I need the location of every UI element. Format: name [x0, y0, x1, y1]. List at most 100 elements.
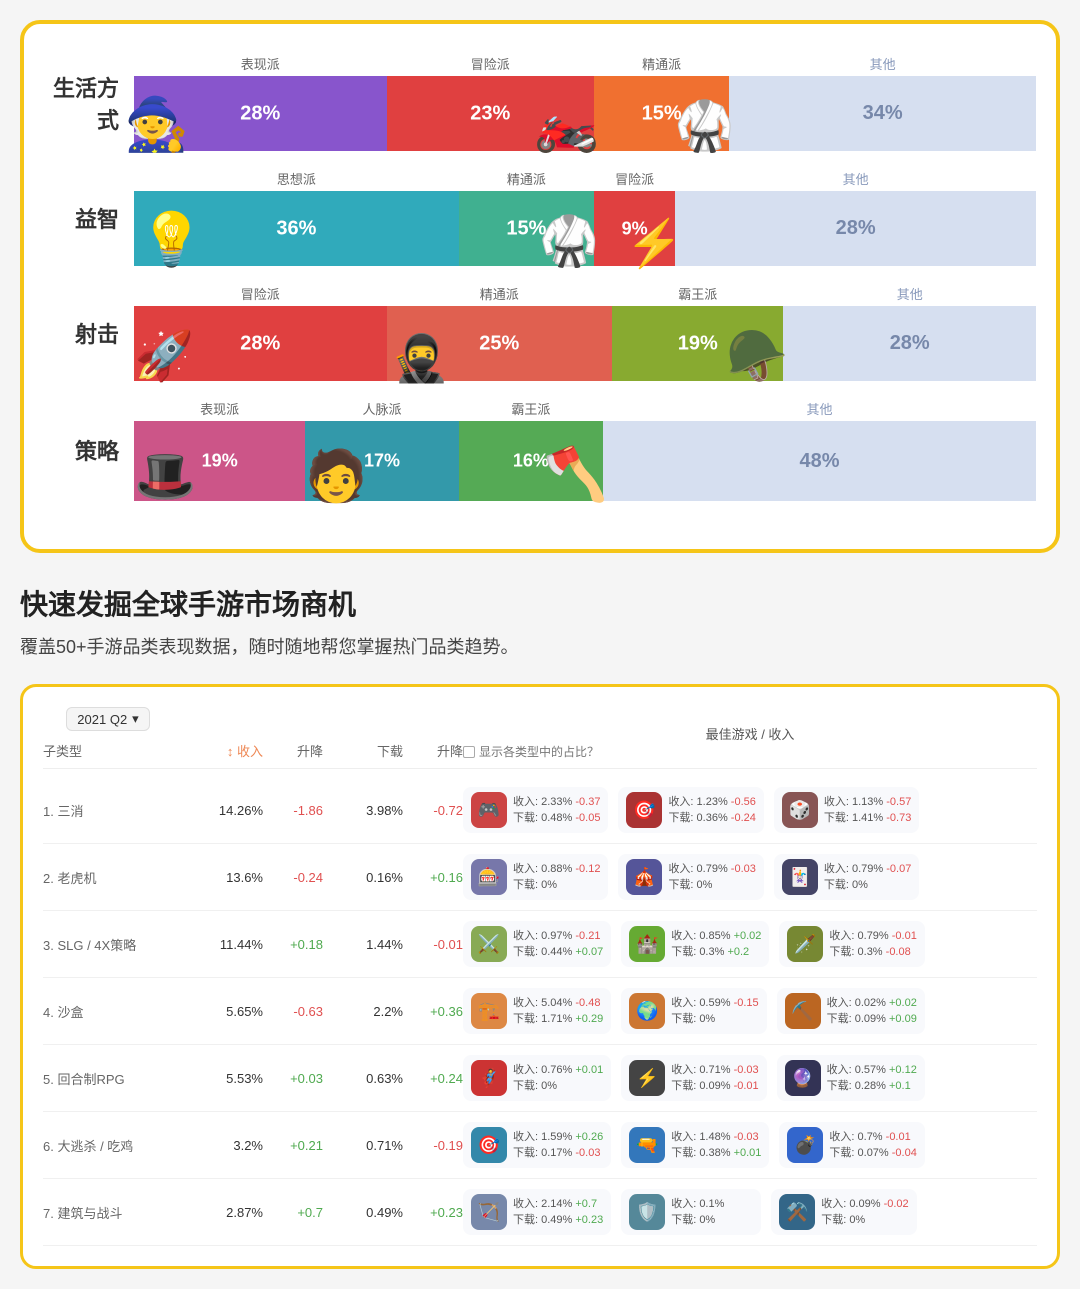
- game-entry: 🔮 收入: 0.57% +0.12下载: 0.28% +0.1: [777, 1055, 925, 1101]
- game-entry: ⛏️ 收入: 0.02% +0.02下载: 0.09% +0.09: [777, 988, 925, 1034]
- game-stats: 收入: 0.59% -0.15下载: 0%: [671, 995, 758, 1028]
- game-icon: 🏹: [471, 1194, 507, 1230]
- lifestyle-row: 生活方式 表现派 冒险派 精通派 其他 28% 🧙: [44, 54, 1036, 151]
- puzzle-seg2: 15% 🥋: [459, 191, 594, 266]
- game-icon: 🎪: [626, 859, 662, 895]
- game-entry: 🎯 收入: 1.23% -0.56下载: 0.36% -0.24: [618, 787, 763, 833]
- row-rise1: -0.24: [263, 870, 323, 885]
- shoot-label3: 霸王派: [612, 284, 783, 303]
- puzzle-label2: 精通派: [459, 169, 594, 188]
- strategy-seg2: 17% 🧑: [305, 421, 458, 501]
- game-entry: 🦸 收入: 0.76% +0.01下载: 0%: [463, 1055, 611, 1101]
- game-stats: 收入: 1.48% -0.03下载: 0.38% +0.01: [671, 1129, 761, 1162]
- row-revenue: 3.2%: [173, 1138, 263, 1153]
- game-entry: 🛡️ 收入: 0.1% 下载: 0%: [621, 1189, 761, 1235]
- label-master: 精通派: [594, 54, 729, 73]
- row-revenue: 13.6%: [173, 870, 263, 885]
- strategy-row: 策略 表现派 人脉派 霸王派 其他 19% 🎩: [44, 399, 1036, 501]
- row-subtype: 4. 沙盒: [43, 1002, 173, 1021]
- game-stats: 收入: 0.76% +0.01下载: 0%: [513, 1062, 603, 1095]
- lifestyle-seg3: 15% 🥋: [594, 76, 729, 151]
- game-entry: 🎮 收入: 2.33% -0.37下载: 0.48% -0.05: [463, 787, 608, 833]
- strategy-section: 策略 表现派 人脉派 霸王派 其他 19% 🎩: [44, 399, 1036, 501]
- game-stats: 收入: 0.57% +0.12下载: 0.28% +0.1: [827, 1062, 917, 1095]
- row-revenue: 5.65%: [173, 1004, 263, 1019]
- row-rise2: -0.72: [403, 803, 463, 818]
- shoot-seg2: 25% 🥷: [387, 306, 613, 381]
- game-stats: 收入: 0.1% 下载: 0%: [671, 1196, 724, 1229]
- table-body: 1. 三消 14.26% -1.86 3.98% -0.72 🎮 收入: 2.3…: [43, 777, 1037, 1246]
- strategy-bar: 19% 🎩 17% 🧑 16% 🪓 48%: [134, 421, 1036, 501]
- row-rise1: -1.86: [263, 803, 323, 818]
- label-adventure: 冒险派: [387, 54, 594, 73]
- game-stats: 收入: 0.71% -0.03下载: 0.09% -0.01: [671, 1062, 758, 1095]
- row-revenue: 2.87%: [173, 1205, 263, 1220]
- shoot-seg3: 19% 🪖: [612, 306, 783, 381]
- row-games: 🦸 收入: 0.76% +0.01下载: 0% ⚡ 收入: 0.71% -0.0…: [463, 1055, 1037, 1101]
- row-rise2: +0.23: [403, 1205, 463, 1220]
- game-icon: ⚒️: [779, 1194, 815, 1230]
- lifestyle-label: 生活方式: [44, 71, 134, 135]
- subtype-header: 子类型: [43, 741, 173, 760]
- puzzle-row: 益智 思想派 精通派 冒险派 其他 36% 💡: [44, 169, 1036, 266]
- row-revenue: 14.26%: [173, 803, 263, 818]
- shoot-section: 射击 冒险派 精通派 霸王派 其他 28% 🚀: [44, 284, 1036, 381]
- row-rise1: +0.03: [263, 1071, 323, 1086]
- row-subtype: 3. SLG / 4X策略: [43, 935, 173, 954]
- game-stats: 收入: 2.33% -0.37下载: 0.48% -0.05: [513, 794, 600, 827]
- table-row: 2. 老虎机 13.6% -0.24 0.16% +0.16 🎰 收入: 0.8…: [43, 844, 1037, 911]
- game-stats: 收入: 0.79% -0.07下载: 0%: [824, 861, 911, 894]
- row-revenue: 5.53%: [173, 1071, 263, 1086]
- row-games: 🏹 收入: 2.14% +0.7下载: 0.49% +0.23 🛡️ 收入: 0…: [463, 1189, 1037, 1235]
- col-header-subtype: 2021 Q2 ▾ 子类型: [43, 707, 173, 760]
- game-entry: 💣 收入: 0.7% -0.01下载: 0.07% -0.04: [779, 1122, 924, 1168]
- game-stats: 收入: 0.97% -0.21下载: 0.44% +0.07: [513, 928, 603, 961]
- shoot-label: 射击: [44, 317, 134, 349]
- row-subtype: 5. 回合制RPG: [43, 1069, 173, 1088]
- game-icon: 🎰: [471, 859, 507, 895]
- strategy-label3: 霸王派: [459, 399, 603, 418]
- puzzle-seg3: 9% ⚡: [594, 191, 675, 266]
- shoot-seg4: 28%: [783, 306, 1036, 381]
- puzzle-label4: 其他: [675, 169, 1036, 188]
- row-subtype: 6. 大逃杀 / 吃鸡: [43, 1136, 173, 1155]
- game-entry: 🎪 收入: 0.79% -0.03下载: 0%: [618, 854, 763, 900]
- puzzle-bar: 36% 💡 15% 🥋 9% ⚡ 28%: [134, 191, 1036, 266]
- game-entry: 🃏 收入: 0.79% -0.07下载: 0%: [774, 854, 919, 900]
- game-stats: 收入: 0.79% -0.03下载: 0%: [668, 861, 755, 894]
- lifestyle-bar-container: 表现派 冒险派 精通派 其他 28% 🧙 23% 🏍️: [134, 54, 1036, 151]
- row-games: 🎰 收入: 0.88% -0.12下载: 0% 🎪 收入: 0.79% -0.0…: [463, 854, 1037, 900]
- row-rise2: +0.16: [403, 870, 463, 885]
- shoot-bar: 28% 🚀 25% 🥷 19% 🪖 28%: [134, 306, 1036, 381]
- row-download: 0.16%: [323, 870, 403, 885]
- row-games: 🎮 收入: 2.33% -0.37下载: 0.48% -0.05 🎯 收入: 1…: [463, 787, 1037, 833]
- lifestyle-section: 生活方式 表现派 冒险派 精通派 其他 28% 🧙: [44, 54, 1036, 151]
- revenue-header: 收入: [237, 744, 263, 759]
- shoot-labels: 冒险派 精通派 霸王派 其他: [134, 284, 1036, 303]
- row-rise1: +0.18: [263, 937, 323, 952]
- game-stats: 收入: 0.88% -0.12下载: 0%: [513, 861, 600, 894]
- puzzle-labels: 思想派 精通派 冒险派 其他: [134, 169, 1036, 188]
- puzzle-label: 益智: [44, 202, 134, 234]
- game-entry: 🎰 收入: 0.88% -0.12下载: 0%: [463, 854, 608, 900]
- game-icon: ⚡: [629, 1060, 665, 1096]
- game-icon: ⚔️: [471, 926, 507, 962]
- lifestyle-seg2: 23% 🏍️: [387, 76, 594, 151]
- strategy-label: 策略: [44, 434, 134, 466]
- game-entry: ⚒️ 收入: 0.09% -0.02下载: 0%: [771, 1189, 916, 1235]
- puzzle-seg1: 36% 💡: [134, 191, 459, 266]
- quarter-badge[interactable]: 2021 Q2 ▾: [66, 707, 149, 731]
- row-rise2: -0.01: [403, 937, 463, 952]
- game-stats: 收入: 1.23% -0.56下载: 0.36% -0.24: [668, 794, 755, 827]
- show-ratio-checkbox[interactable]: [463, 746, 475, 758]
- game-entry: 🌍 收入: 0.59% -0.15下载: 0%: [621, 988, 766, 1034]
- game-icon: 🗡️: [787, 926, 823, 962]
- row-download: 0.49%: [323, 1205, 403, 1220]
- shoot-label1: 冒险派: [134, 284, 387, 303]
- quarter-text: 2021 Q2: [77, 712, 127, 727]
- label-expressive: 表现派: [134, 54, 387, 73]
- game-entry: 🗡️ 收入: 0.79% -0.01下载: 0.3% -0.08: [779, 921, 924, 967]
- game-icon: 🃏: [782, 859, 818, 895]
- puzzle-seg4: 28%: [675, 191, 1036, 266]
- col-header-rise2: 升降: [403, 741, 463, 760]
